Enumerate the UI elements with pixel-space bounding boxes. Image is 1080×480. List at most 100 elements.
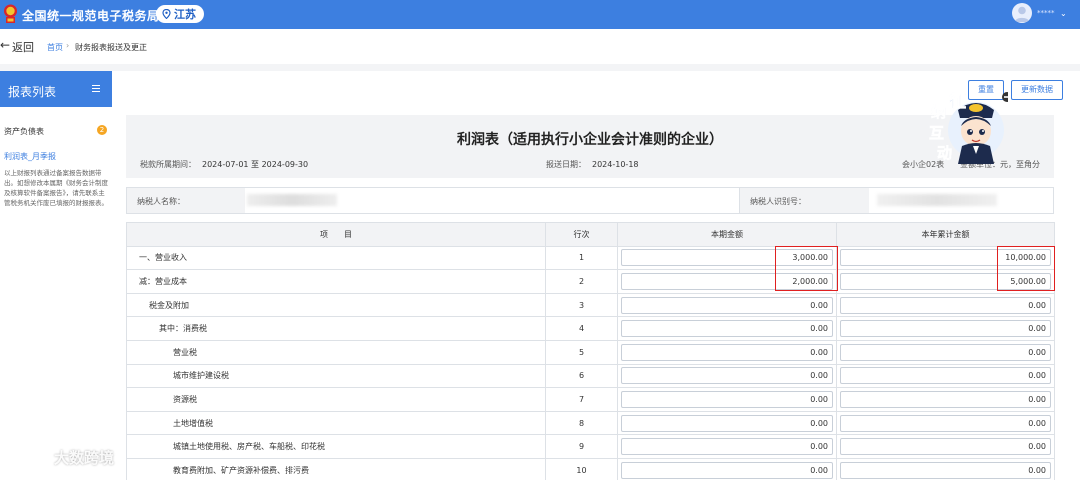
row-item-name: 城市维护建设税 <box>126 363 546 389</box>
taxpayer-info-row: 纳税人名称： 纳税人识别号： <box>126 187 1054 214</box>
row-line-number: 6 <box>545 363 618 389</box>
current-amount-input[interactable]: 0.00 <box>621 414 833 432</box>
table-row: 营业税 5 0.00 0.00 <box>126 339 1055 365</box>
current-amount-input[interactable]: 0.00 <box>621 343 833 361</box>
table-row: 城镇土地使用税、房产税、车船税、印花税 9 0.00 0.00 <box>126 434 1055 459</box>
row-item-name: 资源税 <box>126 387 546 412</box>
row-line-number: 10 <box>545 457 618 480</box>
table-row: 一、营业收入 1 3,000.00 10,000.00 <box>126 245 1055 271</box>
table-row: 其中：消费税 4 0.00 0.00 <box>126 316 1055 341</box>
ytd-amount-input[interactable]: 0.00 <box>840 343 1051 361</box>
breadcrumb-current: 财务报表报送及更正 <box>75 43 147 52</box>
watermark-text: 大数跨境 <box>54 448 115 467</box>
current-amount-input[interactable]: 0.00 <box>621 390 833 408</box>
ytd-amount-input[interactable]: 0.00 <box>840 414 1051 432</box>
current-amount-input[interactable]: 0.00 <box>621 367 833 385</box>
highlight-ytd-amounts <box>997 246 1055 291</box>
row-item-name: 其中：消费税 <box>126 316 546 341</box>
table-row: 教育费附加、矿产资源补偿费、排污费 10 0.00 0.00 <box>126 457 1055 480</box>
user-avatar[interactable] <box>1012 3 1032 23</box>
current-amount-input[interactable]: 0.00 <box>621 461 833 479</box>
table-row: 税金及附加 3 0.00 0.00 <box>126 292 1055 318</box>
mascot-char-na: 纳 <box>931 103 946 121</box>
row-item-name: 城镇土地使用税、房产税、车船税、印花税 <box>126 434 546 459</box>
taxpayer-name-label: 纳税人名称： <box>127 188 245 213</box>
tax-emblem-icon <box>4 4 17 23</box>
table-row: 资源税 7 0.00 0.00 <box>126 387 1055 412</box>
row-item-name: 土地增值税 <box>126 410 546 436</box>
user-name[interactable]: ***** <box>1037 9 1055 17</box>
row-item-name: 营业税 <box>126 339 546 365</box>
tax-period-label: 税款所属期间： <box>140 160 196 169</box>
row-line-number: 4 <box>545 316 618 341</box>
chevron-down-icon[interactable]: ⌄ <box>1060 9 1067 18</box>
row-line-number: 5 <box>545 339 618 365</box>
current-amount-input[interactable]: 0.00 <box>621 438 833 456</box>
update-data-button[interactable]: 更新数据 <box>1011 80 1063 100</box>
taxpayer-id-redacted <box>877 194 997 206</box>
table-header-row: 项 目 行次 本期金额 本年累计金额 <box>126 222 1055 247</box>
back-button[interactable]: 返回 <box>12 39 34 55</box>
row-line-number: 8 <box>545 410 618 436</box>
taxpayer-id-label: 纳税人识别号： <box>739 188 869 213</box>
table-row: 土地增值税 8 0.00 0.00 <box>126 410 1055 436</box>
column-header-item: 项 目 <box>126 222 546 247</box>
sidebar-item-income-statement[interactable]: 利润表_月季报 <box>4 151 56 162</box>
table-row: 减：营业成本 2 2,000.00 5,000.00 <box>126 269 1055 294</box>
ytd-amount-input[interactable]: 0.00 <box>840 438 1051 456</box>
row-line-number: 7 <box>545 387 618 412</box>
report-date-label: 报送日期： <box>546 160 586 169</box>
ytd-amount-input[interactable]: 0.00 <box>840 320 1051 338</box>
breadcrumb-separator: › <box>66 41 70 50</box>
sidebar-note: 以上财报列表通过备案报告数据带出。如想修改本属期《财务会计制度及核算软件备案报告… <box>4 169 108 207</box>
breadcrumb-home[interactable]: 首页 <box>47 42 63 53</box>
ytd-amount-input[interactable]: 0.00 <box>840 367 1051 385</box>
region-selector[interactable]: 江苏 <box>156 5 204 23</box>
row-item-name: 税金及附加 <box>126 292 546 318</box>
watermark-logo-icon <box>12 449 50 465</box>
user-icon <box>1014 6 1030 22</box>
back-arrow-icon[interactable]: ← <box>0 38 10 52</box>
column-header-line: 行次 <box>545 222 618 247</box>
current-amount-input[interactable]: 0.00 <box>621 320 833 338</box>
row-item-name: 一、营业收入 <box>126 245 546 271</box>
region-label: 江苏 <box>174 8 196 21</box>
menu-icon[interactable] <box>92 85 100 93</box>
form-header: 利润表（适用执行小企业会计准则的企业） 税款所属期间： 2024-07-01 至 … <box>126 115 1054 178</box>
ytd-amount-input[interactable]: 0.00 <box>840 390 1051 408</box>
form-title: 利润表（适用执行小企业会计准则的企业） <box>457 132 723 148</box>
location-pin-icon <box>162 9 171 19</box>
mascot-char-hu: 互 <box>929 124 944 142</box>
column-header-ytd: 本年累计金额 <box>836 222 1055 247</box>
report-date-value: 2024-10-18 <box>592 160 639 169</box>
tax-period: 税款所属期间： 2024-07-01 至 2024-09-30 <box>140 159 308 170</box>
top-header: 全国统一规范电子税务局 江苏 ***** ⌄ <box>0 0 1080 29</box>
row-item-name: 教育费附加、矿产资源补偿费、排污费 <box>126 457 546 480</box>
sidebar-header: 报表列表 <box>0 71 112 107</box>
income-statement-table: 项 目 行次 本期金额 本年累计金额 一、营业收入 1 3,000.00 10,… <box>126 222 1055 480</box>
row-item-name: 减：营业成本 <box>126 269 546 294</box>
site-title[interactable]: 全国统一规范电子税务局 <box>22 7 160 24</box>
column-header-current: 本期金额 <box>617 222 837 247</box>
highlight-current-amounts <box>775 246 838 291</box>
tax-period-value: 2024-07-01 至 2024-09-30 <box>202 160 309 169</box>
report-date: 报送日期： 2024-10-18 <box>546 159 639 170</box>
mascot-char-dong: 动 <box>937 144 952 162</box>
row-line-number: 1 <box>545 245 618 271</box>
table-row: 城市维护建设税 6 0.00 0.00 <box>126 363 1055 389</box>
report-list-sidebar: 报表列表 资产负债表 2 利润表_月季报 以上财报列表通过备案报告数据带出。如想… <box>0 71 112 480</box>
row-line-number: 9 <box>545 434 618 459</box>
sidebar-title: 报表列表 <box>8 85 57 99</box>
taxpayer-name-redacted <box>247 194 337 206</box>
mascot-char-zheng: 征 <box>949 91 966 112</box>
row-line-number: 3 <box>545 292 618 318</box>
current-amount-input[interactable]: 0.00 <box>621 296 833 314</box>
ytd-amount-input[interactable]: 0.00 <box>840 461 1051 479</box>
status-badge: 2 <box>97 125 107 135</box>
ytd-amount-input[interactable]: 0.00 <box>840 296 1051 314</box>
mascot-icon[interactable]: 征 纳 互 动 <box>918 88 1008 166</box>
breadcrumb-bar: ← 返回 首页 › 财务报表报送及更正 <box>0 29 1080 64</box>
sidebar-item-balance-sheet[interactable]: 资产负债表 <box>4 126 44 137</box>
watermark: 大数跨境 <box>10 446 114 468</box>
row-line-number: 2 <box>545 269 618 294</box>
